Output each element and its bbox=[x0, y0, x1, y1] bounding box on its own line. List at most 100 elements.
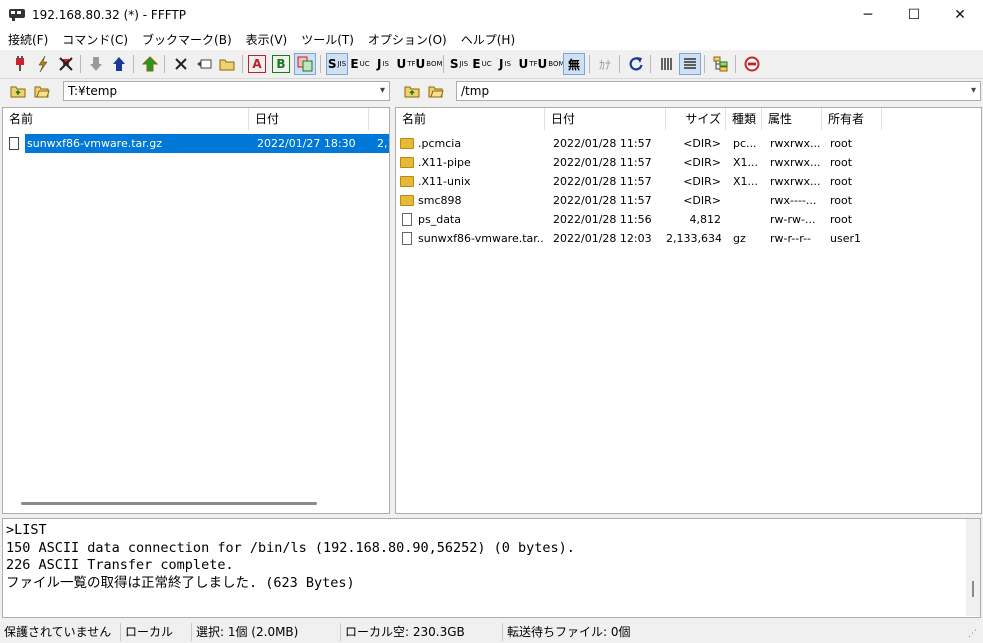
kana-conversion-button[interactable]: ｶﾅ bbox=[594, 53, 616, 75]
local-euc-button[interactable]: E UC bbox=[471, 53, 493, 75]
remote-utf8bom-button[interactable]: U BOM bbox=[416, 53, 443, 75]
mirror-upload-button[interactable] bbox=[139, 53, 161, 75]
menu-help[interactable]: ヘルプ(H) bbox=[454, 30, 522, 50]
remote-file-row[interactable]: .pcmcia 2022/01/28 11:57 <DIR> pc... rwx… bbox=[396, 134, 981, 153]
menu-tools[interactable]: ツール(T) bbox=[294, 30, 361, 50]
local-file-row[interactable]: sunwxf86-vmware.tar.gz 2022/01/27 18:30 … bbox=[5, 134, 389, 153]
remote-file-owner: user1 bbox=[830, 232, 861, 245]
log-line: >LIST bbox=[6, 522, 47, 538]
remote-file-list[interactable]: 名前 日付 サイズ 種類 属性 所有者 .pcmcia 2022/01/28 1… bbox=[395, 107, 982, 514]
log-scrollbar-thumb[interactable] bbox=[972, 581, 974, 597]
rename-button[interactable] bbox=[193, 53, 215, 75]
download-button[interactable] bbox=[85, 53, 107, 75]
remote-column-name[interactable]: 名前 bbox=[396, 108, 545, 130]
detail-view-button[interactable] bbox=[679, 53, 701, 75]
binary-mode-button[interactable]: B bbox=[272, 55, 290, 73]
remote-jis-button[interactable]: J IS bbox=[372, 53, 394, 75]
remote-file-size: 2,133,634 bbox=[666, 232, 721, 245]
sync-folders-button[interactable] bbox=[710, 53, 732, 75]
detail-view-icon bbox=[684, 58, 696, 69]
close-button[interactable]: ✕ bbox=[937, 0, 983, 30]
folder-icon bbox=[400, 157, 414, 168]
menu-command[interactable]: コマンド(C) bbox=[55, 30, 135, 50]
remote-file-size: <DIR> bbox=[683, 194, 721, 207]
local-path-combobox[interactable]: T:¥temp ▾ bbox=[63, 81, 390, 101]
status-queue: 転送待ちファイル: 0個 bbox=[502, 623, 802, 641]
up-arrow-icon bbox=[113, 57, 125, 71]
minimize-button[interactable]: ─ bbox=[845, 0, 891, 30]
refresh-icon bbox=[629, 57, 643, 71]
home-up-icon bbox=[142, 56, 158, 72]
remote-euc-button[interactable]: E UC bbox=[349, 53, 371, 75]
remote-utf8n-button[interactable]: U TF bbox=[395, 53, 417, 75]
remote-file-name: sunwxf86-vmware.tar.... bbox=[418, 232, 543, 245]
maximize-button[interactable]: ☐ bbox=[891, 0, 937, 30]
remote-file-row[interactable]: .X11-unix 2022/01/28 11:57 <DIR> X1... r… bbox=[396, 172, 981, 191]
disconnect-button[interactable] bbox=[55, 53, 77, 75]
remote-column-type[interactable]: 種類 bbox=[726, 108, 762, 130]
auto-mode-icon bbox=[297, 56, 313, 72]
no-conversion-button[interactable]: 無 bbox=[563, 53, 585, 75]
remote-file-row[interactable]: smc898 2022/01/28 11:57 <DIR> rwx----...… bbox=[396, 191, 981, 210]
quick-connect-button[interactable] bbox=[32, 53, 54, 75]
remote-path-combobox[interactable]: /tmp ▾ bbox=[456, 81, 981, 101]
auto-mode-button[interactable] bbox=[294, 53, 316, 75]
remote-sjis-button[interactable]: S JIS bbox=[326, 53, 348, 75]
ascii-mode-button[interactable]: A bbox=[248, 55, 266, 73]
toolbar-separator bbox=[735, 55, 736, 73]
remote-file-type: X1... bbox=[733, 156, 759, 169]
local-horizontal-scrollbar-thumb[interactable] bbox=[21, 502, 317, 505]
toolbar-separator bbox=[589, 55, 590, 73]
menu-connect[interactable]: 接続(F) bbox=[0, 30, 55, 50]
remote-file-attributes: rw-r--r-- bbox=[770, 232, 812, 245]
file-icon bbox=[402, 232, 412, 245]
local-open-folder-button[interactable] bbox=[32, 82, 52, 100]
toolbar-separator bbox=[80, 55, 81, 73]
local-sjis-button[interactable]: S JIS bbox=[448, 53, 470, 75]
upload-button[interactable] bbox=[108, 53, 130, 75]
remote-file-date: 2022/01/28 11:56 bbox=[553, 213, 652, 226]
remote-open-folder-button[interactable] bbox=[426, 82, 446, 100]
list-view-button[interactable] bbox=[656, 53, 678, 75]
local-column-date[interactable]: 日付 bbox=[249, 108, 369, 130]
remote-file-size: 4,812 bbox=[689, 213, 722, 226]
log-vertical-scrollbar[interactable] bbox=[966, 519, 980, 616]
remote-file-type: gz bbox=[733, 232, 746, 245]
refresh-button[interactable] bbox=[625, 53, 647, 75]
log-line: 150 ASCII data connection for /bin/ls (1… bbox=[6, 539, 575, 556]
remote-parent-folder-button[interactable] bbox=[402, 82, 422, 100]
remote-column-owner[interactable]: 所有者 bbox=[822, 108, 882, 130]
connect-button[interactable] bbox=[9, 53, 31, 75]
remote-file-date: 2022/01/28 11:57 bbox=[553, 156, 652, 169]
remote-file-row[interactable]: ps_data 2022/01/28 11:56 4,812 rw-rw-...… bbox=[396, 210, 981, 229]
remote-column-date[interactable]: 日付 bbox=[545, 108, 666, 130]
remote-file-row[interactable]: .X11-pipe 2022/01/28 11:57 <DIR> X1... r… bbox=[396, 153, 981, 172]
local-utf8bom-button[interactable]: U BOM bbox=[538, 53, 565, 75]
menu-options[interactable]: オプション(O) bbox=[361, 30, 454, 50]
remote-file-owner: root bbox=[830, 194, 853, 207]
remote-column-attributes[interactable]: 属性 bbox=[762, 108, 822, 130]
abort-button[interactable] bbox=[741, 53, 763, 75]
close-icon: ✕ bbox=[954, 7, 966, 23]
remote-file-attributes: rwxrwx... bbox=[770, 156, 821, 169]
menu-bookmark[interactable]: ブックマーク(B) bbox=[135, 30, 239, 50]
remote-file-attributes: rwx----... bbox=[770, 194, 817, 207]
remote-file-size: <DIR> bbox=[683, 175, 721, 188]
local-column-name[interactable]: 名前 bbox=[3, 108, 249, 130]
remote-file-attributes: rwxrwx... bbox=[770, 137, 821, 150]
local-column-size[interactable] bbox=[369, 108, 389, 130]
remote-file-row[interactable]: sunwxf86-vmware.tar.... 2022/01/28 12:03… bbox=[396, 229, 981, 248]
local-parent-folder-button[interactable] bbox=[8, 82, 28, 100]
new-folder-button[interactable] bbox=[216, 53, 238, 75]
local-utf8n-button[interactable]: U TF bbox=[517, 53, 539, 75]
local-jis-button[interactable]: J IS bbox=[494, 53, 516, 75]
status-local-free: ローカル空: 230.3GB bbox=[340, 623, 502, 641]
disconnect-icon bbox=[59, 57, 73, 71]
delete-button[interactable] bbox=[170, 53, 192, 75]
local-file-list[interactable]: 名前 日付 sunwxf86-vmware.tar.gz 2022/01/27 … bbox=[2, 107, 390, 514]
log-panel[interactable]: >LIST 150 ASCII data connection for /bin… bbox=[2, 518, 981, 618]
resize-grip-icon[interactable]: ⋰ bbox=[968, 629, 977, 639]
menu-view[interactable]: 表示(V) bbox=[239, 30, 295, 50]
remote-file-date: 2022/01/28 11:57 bbox=[553, 194, 652, 207]
remote-column-size[interactable]: サイズ bbox=[666, 108, 726, 130]
